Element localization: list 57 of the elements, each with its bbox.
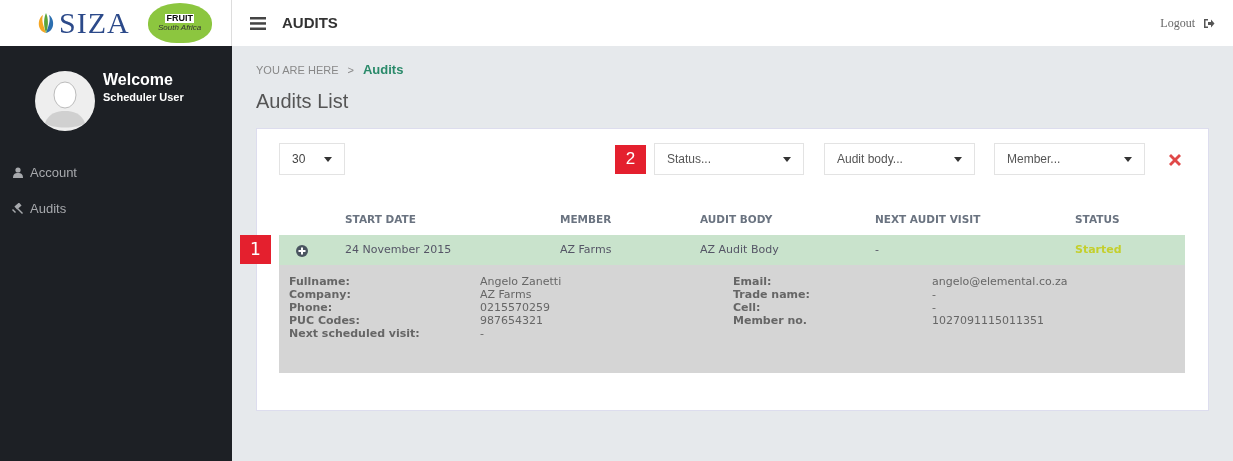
breadcrumb-separator: > bbox=[347, 62, 354, 78]
detail-label: Next scheduled visit: bbox=[289, 327, 421, 340]
filter-select[interactable]: Member... bbox=[994, 143, 1145, 175]
table-cell-text: AZ Farms bbox=[560, 241, 613, 258]
menu-icon bbox=[250, 17, 266, 31]
detail-label: Fullname: bbox=[289, 275, 351, 288]
gavel-icon bbox=[12, 203, 24, 215]
person-icon bbox=[12, 167, 24, 179]
plus-circle-icon bbox=[296, 244, 308, 257]
sidebar-item[interactable]: Audits bbox=[0, 191, 232, 227]
annotation-marker: 2 bbox=[615, 144, 646, 174]
filter-select[interactable]: Status... bbox=[654, 143, 804, 175]
detail-value: - bbox=[480, 327, 485, 340]
detail-label: Phone: bbox=[289, 301, 334, 314]
detail-value: 1027091115011351 bbox=[932, 314, 1045, 327]
table-cell-text: Started bbox=[1075, 241, 1123, 258]
page-title: Audits List bbox=[256, 89, 350, 114]
caret-icon bbox=[783, 156, 791, 162]
logout-link[interactable]: Logout bbox=[1160, 14, 1195, 32]
detail-value: 987654321 bbox=[480, 314, 544, 327]
detail-value: Angelo Zanetti bbox=[480, 275, 563, 288]
logout-icon bbox=[1203, 17, 1215, 29]
annotation-marker: 1 bbox=[240, 235, 271, 264]
fruit-logo: FRUIT South Africa bbox=[147, 3, 212, 43]
table-cell-text: AZ Audit Body bbox=[700, 241, 780, 258]
column-header: MEMBER bbox=[560, 212, 613, 228]
detail-label: Member no. bbox=[733, 314, 809, 327]
detail-value: AZ Farms bbox=[480, 288, 533, 301]
table-cell-text: 24 November 2015 bbox=[345, 241, 453, 258]
detail-label: PUC Codes: bbox=[289, 314, 361, 327]
detail-label: Company: bbox=[289, 288, 352, 301]
caret-icon bbox=[324, 156, 332, 162]
siza-logo: SIZA bbox=[35, 8, 130, 38]
caret-icon bbox=[1124, 156, 1132, 162]
avatar-icon bbox=[35, 71, 95, 131]
close-icon bbox=[1169, 153, 1181, 166]
breadcrumb-link[interactable]: Audits bbox=[362, 60, 404, 80]
welcome-text: Welcome bbox=[103, 71, 174, 89]
user-name: Scheduler User bbox=[103, 89, 184, 105]
detail-value: - bbox=[932, 301, 937, 314]
column-header: AUDIT BODY bbox=[700, 212, 774, 228]
column-header: NEXT AUDIT VISIT bbox=[875, 212, 982, 228]
column-header: STATUS bbox=[1075, 212, 1121, 228]
detail-label: Cell: bbox=[733, 301, 762, 314]
detail-label: Trade name: bbox=[733, 288, 811, 301]
breadcrumb-label: YOU ARE HERE bbox=[256, 62, 339, 78]
table-cell-text: - bbox=[875, 241, 880, 258]
page-heading: AUDITS bbox=[282, 12, 338, 33]
page-size-select[interactable]: 30 bbox=[279, 143, 345, 175]
column-header: START DATE bbox=[345, 212, 417, 228]
filter-select[interactable]: Audit body... bbox=[824, 143, 975, 175]
detail-label: Email: bbox=[733, 275, 773, 288]
caret-icon bbox=[954, 156, 962, 162]
detail-value: - bbox=[932, 288, 937, 301]
sidebar-item[interactable]: Account bbox=[0, 155, 232, 191]
detail-value: 0215570259 bbox=[480, 301, 551, 314]
detail-value: angelo@elemental.co.za bbox=[932, 275, 1069, 288]
